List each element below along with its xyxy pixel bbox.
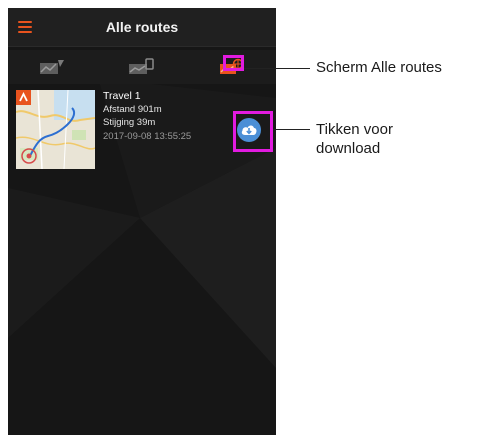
route-name: Travel 1 [103,90,141,102]
page-title: Alle routes [105,19,179,35]
callout-download-line2: download [316,140,381,157]
highlight-all-routes-tab [223,55,244,71]
callout-line-screen [244,68,310,69]
route-distance: Afstand 901m [103,104,162,115]
map-thumbnail-image [16,90,95,169]
tab-device-routes[interactable] [97,50,186,84]
callout-screen-label: Scherm Alle routes [316,59,442,76]
callout-line-download [273,129,310,130]
route-climb: Stijging 39m [103,117,156,128]
route-map-thumbnail [16,90,95,169]
tab-chart-routes[interactable] [8,50,97,84]
route-device-icon [129,58,154,74]
route-date: 2017-09-08 13:55:25 [103,131,192,142]
phone-screen: Alle routes Travel 1 Afstand 901m Stijgi… [8,8,276,435]
route-chart-icon [40,60,64,74]
callout-download-line1: Tikken voor [316,121,393,138]
app-bar: Alle routes [8,8,276,47]
highlight-download-button [233,111,273,152]
